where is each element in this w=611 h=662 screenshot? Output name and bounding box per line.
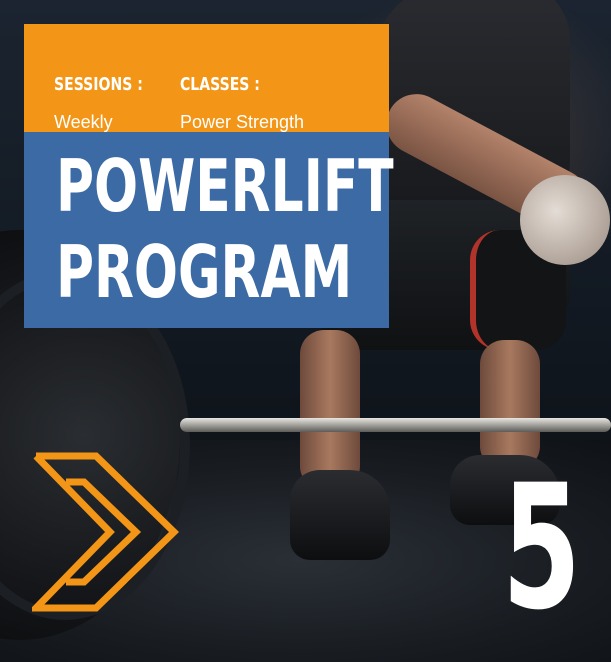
- sessions-label: SESSIONS :: [54, 74, 143, 95]
- classes-label: CLASSES :: [180, 74, 260, 95]
- promo-card: SESSIONS : CLASSES : Weekly Power Streng…: [0, 0, 611, 662]
- double-chevron-right-icon: [32, 452, 180, 612]
- program-title-line-1: POWERLIFT: [56, 144, 394, 228]
- barbell: [180, 418, 611, 432]
- athlete-leg-left: [300, 330, 360, 490]
- program-title-line-2: PROGRAM: [56, 230, 353, 314]
- chalked-hands: [520, 175, 610, 265]
- sessions-value: Weekly: [54, 112, 113, 132]
- program-number: 5: [502, 447, 581, 648]
- classes-value: Power Strength: [180, 112, 305, 132]
- lifting-shoe-left: [290, 470, 390, 560]
- info-panel: SESSIONS : CLASSES : Weekly Power Streng…: [24, 24, 389, 132]
